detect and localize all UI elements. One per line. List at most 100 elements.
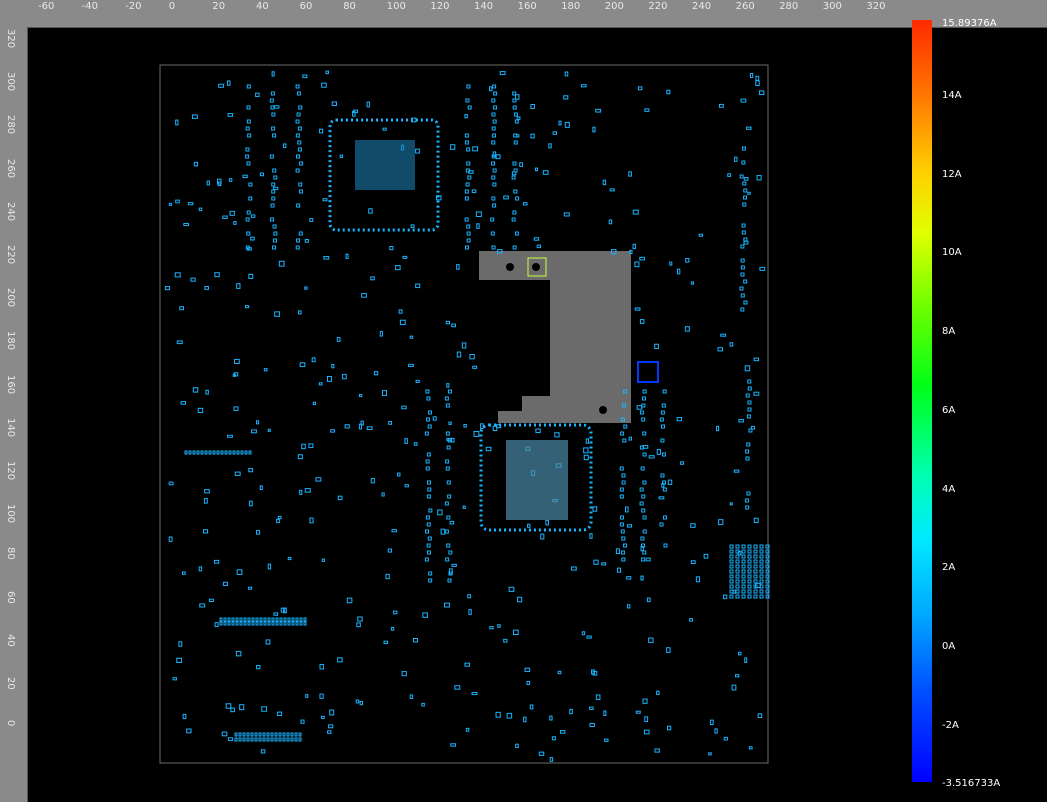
pad [358,394,363,398]
pad [743,177,749,181]
pad [554,432,560,438]
pad [254,737,258,742]
pad [548,143,552,149]
pcb-current-plot[interactable] [0,0,1047,802]
pad [659,522,664,527]
pad [235,621,239,626]
pad [626,576,632,580]
pad [513,112,518,117]
pad [182,713,187,720]
pad [445,557,450,562]
pad [258,737,262,742]
pad [391,627,395,631]
pad [464,140,469,145]
pad [735,564,740,569]
pad [322,198,328,202]
pad [321,558,325,562]
colorbar-tick-label: -2A [942,719,959,731]
pad [632,209,639,215]
pad [299,617,303,622]
pad [267,617,271,622]
pad [684,326,690,332]
pad [248,586,253,590]
pad [495,154,501,160]
pad [228,178,233,182]
pad [549,757,554,762]
pad [255,621,259,626]
pad [747,589,752,594]
pad [193,161,199,167]
pad [205,389,209,395]
pad [286,732,290,737]
pad [279,621,283,626]
pad [512,210,517,215]
pad [491,126,496,131]
pad [646,597,651,603]
pad [571,566,577,571]
pad [753,569,758,574]
pad [466,224,471,229]
pad [451,323,456,328]
pad [747,386,752,391]
pad [723,594,728,600]
negative-current-pad [637,361,659,383]
pad [447,578,452,583]
pad [759,584,764,589]
pad [295,168,300,173]
pad [741,579,746,584]
colorbar-tick-label: 8A [942,326,956,338]
pad [271,71,275,77]
pad [563,95,569,100]
pad [747,574,752,579]
pad [450,144,456,150]
pad [302,74,308,79]
pad [366,101,370,108]
pad [286,737,290,742]
pad [526,680,531,685]
pad [408,363,414,367]
pad [740,244,745,249]
pad [267,621,271,626]
pad [727,173,732,177]
pad [282,737,286,742]
pad [444,396,449,401]
pad [270,105,275,110]
pad [319,128,324,134]
pad [743,195,748,200]
pad [356,622,361,628]
pad [290,732,294,737]
pad [446,480,451,485]
pad [287,556,292,561]
pad [238,732,242,737]
pad [619,522,624,527]
pad [401,671,407,677]
pad [331,101,338,106]
pad [743,188,748,193]
pad [753,554,758,559]
pad [221,731,228,737]
pad [200,450,204,455]
pad [262,732,266,737]
pad [741,554,746,559]
pad [248,273,254,279]
pad [449,520,455,525]
pad [729,544,734,549]
pad [637,86,643,91]
pad [741,559,746,564]
pad [240,450,244,455]
pad [448,550,453,555]
pad [535,428,541,434]
pad [741,584,746,589]
pad [639,319,645,324]
pad [747,594,752,599]
pad-field [164,70,770,762]
pad [662,389,667,394]
pad [642,529,647,534]
pad [319,663,324,670]
pad [422,612,428,618]
pad [274,311,281,317]
pad [298,182,303,187]
pad [667,479,673,486]
pad [327,730,332,734]
pad [248,500,253,507]
